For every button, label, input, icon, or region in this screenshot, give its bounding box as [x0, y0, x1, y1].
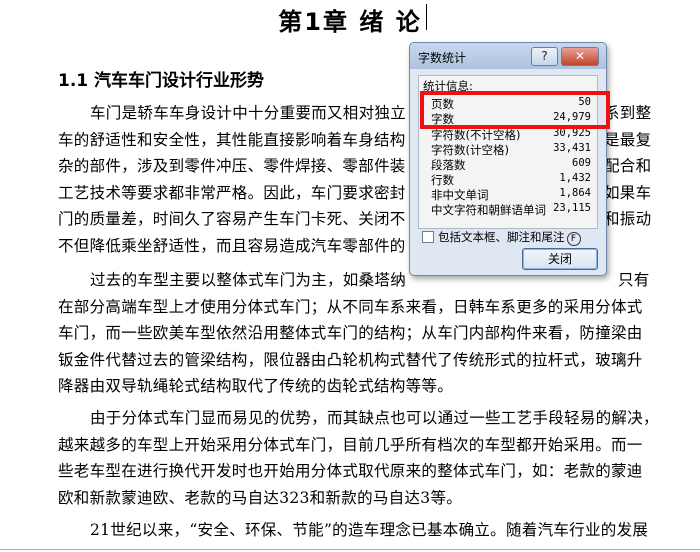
page-bottom-rule	[0, 549, 700, 550]
paragraph-fragment: 和振动	[604, 210, 652, 228]
statistics-panel: 统计信息: 页数 50 字数 24,979 字符数(不计空格) 30,925 字…	[418, 75, 598, 229]
paragraph-line: 些老车型在进行换代开发时也开始用分体式取代原来的整体式车门，如：老款的蒙迪	[58, 462, 643, 480]
paragraph-line: 降器由双导轨绳轮式结构取代了传统的齿轮式结构等等。	[58, 377, 454, 395]
include-textboxes-row[interactable]: 包括文本框、脚注和尾注 F	[422, 229, 581, 246]
stat-label: 非中文单词	[431, 188, 489, 202]
stat-label: 中文字符和朝鲜语单词	[431, 203, 546, 217]
paragraph-line: 越来越多的车型上开始采用分体式车门，目前几乎所有档次的车型都开始采用。而一	[58, 435, 643, 454]
stat-row-chars-with-spaces: 字符数(计空格) 33,431	[431, 142, 591, 157]
paragraph-line: 欧和新款蒙迪欧、老款的马自达323和新款的马自达3等。	[58, 488, 463, 507]
word-count-dialog: 字数统计 ? ✕ 统计信息: 页数 50 字数 24,979 字符数(不计空格)…	[409, 42, 607, 276]
stat-label: 字数	[431, 112, 454, 126]
paragraph-fragment: 是最复	[604, 130, 652, 149]
stat-value: 30,925	[553, 127, 591, 139]
stat-value: 609	[572, 157, 591, 169]
dialog-title: 字数统计	[418, 51, 467, 65]
statistics-heading: 统计信息:	[423, 79, 473, 93]
stat-value: 23,115	[553, 202, 591, 214]
stat-value: 1,432	[559, 172, 591, 184]
stat-label: 行数	[431, 173, 454, 187]
stat-row-non-chinese-words: 非中文单词 1,864	[431, 187, 591, 202]
stat-label: 字符数(不计空格)	[431, 128, 521, 142]
close-button[interactable]: 关闭	[522, 248, 598, 270]
help-button[interactable]: ?	[531, 47, 558, 66]
stat-value: 24,979	[553, 111, 591, 123]
section-title: 1.1 汽车车门设计行业形势	[58, 71, 265, 91]
stat-label: 段落数	[431, 158, 466, 172]
paragraph-3: 由于分体式车门显而易见的优势，而其缺点也可以通过一些工艺手段轻易的解决， 越来越…	[58, 405, 650, 511]
paragraph-fragment: 系到整	[604, 104, 652, 122]
dialog-titlebar[interactable]: 字数统计 ? ✕	[410, 43, 606, 69]
stat-row-pages: 页数 50	[431, 96, 591, 111]
stat-value: 50	[578, 96, 591, 108]
stat-value: 33,431	[553, 142, 591, 154]
stat-row-lines: 行数 1,432	[431, 172, 591, 187]
chapter-title: 第1章 绪 论	[278, 8, 422, 36]
paragraph-line: 在部分高端车型上才使用分体式车门；从不同车系来看，日韩车系更多的采用分体式	[58, 297, 643, 316]
paragraph-4: 21世纪以来，“安全、环保、节能”的造车理念已基本确立。随着汽车行业的发展，	[58, 517, 650, 544]
stat-row-chars-no-spaces: 字符数(不计空格) 30,925	[431, 127, 591, 142]
text-cursor	[426, 4, 427, 30]
stat-label: 页数	[431, 97, 454, 111]
right-fragments: 系到整 是最复 配合和 如果车 和振动	[604, 100, 652, 233]
paragraph-fragment: 配合和	[604, 157, 652, 175]
shortcut-key-icon: F	[566, 232, 581, 246]
stat-row-chinese-korean-words: 中文字符和朝鲜语单词 23,115	[431, 202, 591, 217]
paragraph-line: 21世纪以来，“安全、环保、节能”的造车理念已基本确立。随着汽车行业的发展，	[90, 521, 650, 539]
include-textboxes-label: 包括文本框、脚注和尾注	[438, 230, 565, 244]
stat-row-words: 字数 24,979	[431, 111, 591, 126]
close-icon[interactable]: ✕	[561, 47, 599, 66]
paragraph-line: 钣金件代替过去的管梁结构，限位器由凸轮机构式替代了传统形式的拉杆式，玻璃升	[58, 350, 643, 369]
paragraph-fragment: 如果车	[604, 183, 652, 202]
stat-label: 字符数(计空格)	[431, 143, 509, 157]
paragraph-2: 过去的车型主要以整体式车门为主，如桑塔纳 在部分高端车型上才使用分体式车门；从不…	[58, 267, 650, 400]
paragraph-line: 车门，而一些欧美车型依然沿用整体式车门的结构；从车门内部构件来看，防撞梁由	[58, 324, 643, 342]
include-textboxes-checkbox[interactable]	[422, 231, 434, 243]
stat-row-paragraphs: 段落数 609	[431, 157, 591, 172]
stat-value: 1,864	[559, 187, 591, 199]
paragraph-line: 由于分体式车门显而易见的优势，而其缺点也可以通过一些工艺手段轻易的解决，	[90, 409, 650, 427]
